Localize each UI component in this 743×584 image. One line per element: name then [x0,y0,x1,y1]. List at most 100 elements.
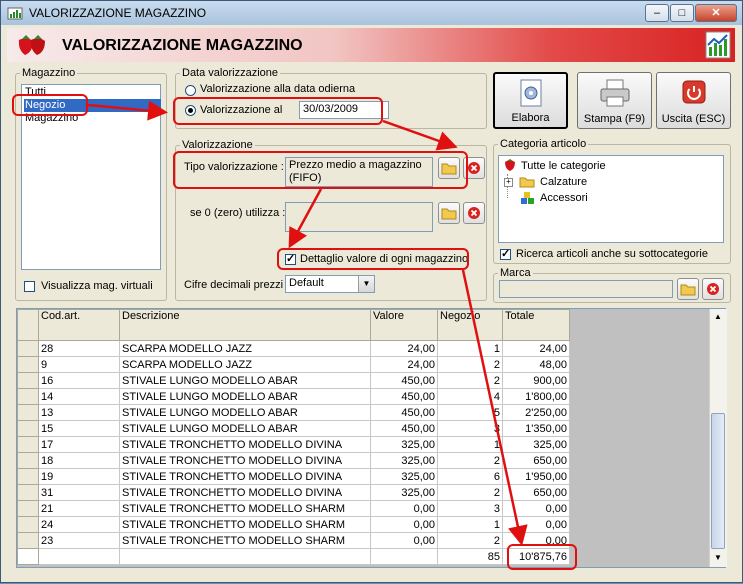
zero-field[interactable] [285,202,433,232]
cell-totale: 1'350,00 [502,420,570,437]
row-header[interactable] [17,340,39,357]
marca-folder-button[interactable] [677,278,699,300]
total-empty-cell [370,548,438,565]
scroll-thumb[interactable] [711,413,725,549]
table-row[interactable]: 13 STIVALE LUNGO MODELLO ABAR 450,00 5 2'250… [17,404,570,421]
table-row[interactable]: 23 STIVALE TRONCHETTO MODELLO SHARM 0,00 2 0… [17,532,570,549]
table-row[interactable]: 14 STIVALE LUNGO MODELLO ABAR 450,00 4 1'800… [17,388,570,405]
stampa-label: Stampa (F9) [583,113,646,125]
categoria-tree[interactable]: Tutte le categorie + Calzature Accessori [498,155,724,243]
category-icon [521,192,534,204]
col-header-codart[interactable]: Cod.art. [38,309,120,341]
chevron-down-icon[interactable]: ▼ [358,276,374,292]
table-row[interactable]: 19 STIVALE TRONCHETTO MODELLO DIVINA 325,0… [17,468,570,485]
cell-descrizione: SCARPA MODELLO JAZZ [119,340,371,357]
folder-icon [519,177,535,188]
cell-negozio: 3 [437,420,503,437]
cell-codart: 19 [38,468,120,485]
table-row[interactable]: 9 SCARPA MODELLO JAZZ 24,00 2 48,00 [17,356,570,373]
row-header[interactable] [17,500,39,517]
row-header[interactable] [17,516,39,533]
row-header[interactable] [17,484,39,501]
radio-today-label: Valorizzazione alla data odierna [200,83,356,95]
marca-clear-button[interactable] [702,278,724,300]
folder-icon [441,208,457,220]
tipo-folder-button[interactable] [438,157,460,179]
list-item-magazzino[interactable]: Magazzino [24,112,161,125]
row-header[interactable] [17,356,39,373]
close-button[interactable]: ✕ [695,4,737,22]
decimali-select[interactable]: Default ▼ [285,275,375,293]
tipo-label: Tipo valorizzazione : [184,161,284,173]
maximize-button[interactable]: □ [670,4,694,22]
table-row[interactable]: 15 STIVALE LUNGO MODELLO ABAR 450,00 3 1'350… [17,420,570,437]
folder-icon [441,163,457,175]
scroll-up-icon[interactable]: ▲ [710,309,726,325]
virtual-warehouse-label: Visualizza mag. virtuali [41,280,153,292]
list-item-tutti[interactable]: Tutti [24,86,161,99]
cell-descrizione: STIVALE TRONCHETTO MODELLO SHARM [119,516,371,533]
col-header-negozio[interactable]: Negozio [437,309,503,341]
cell-totale: 24,00 [502,340,570,357]
col-header-valore[interactable]: Valore [370,309,438,341]
cell-codart: 24 [38,516,120,533]
results-grid[interactable]: Cod.art. Descrizione Valore Negozio Tota… [16,308,726,568]
zero-folder-button[interactable] [438,202,460,224]
scroll-down-icon[interactable]: ▼ [710,550,726,566]
marca-field[interactable] [499,280,673,298]
cell-descrizione: STIVALE TRONCHETTO MODELLO DIVINA [119,436,371,453]
row-header[interactable] [17,372,39,389]
radio-date[interactable] [185,105,196,116]
tipo-clear-button[interactable] [463,157,485,179]
date-group: Data valorizzazione [175,67,487,129]
expand-icon[interactable]: + [504,178,513,187]
cell-totale: 0,00 [502,516,570,533]
table-row[interactable]: 28 SCARPA MODELLO JAZZ 24,00 1 24,00 [17,340,570,357]
table-row[interactable]: 17 STIVALE TRONCHETTO MODELLO DIVINA 325,0… [17,436,570,453]
cell-totale: 325,00 [502,436,570,453]
dettaglio-checkbox[interactable] [285,252,296,265]
col-header-descrizione[interactable]: Descrizione [119,309,371,341]
uscita-button[interactable]: Uscita (ESC) [656,72,731,129]
row-header[interactable] [17,452,39,469]
tree-item-calzature[interactable]: Calzature [540,176,587,188]
zero-clear-button[interactable] [463,202,485,224]
elabora-button[interactable]: Elabora [493,72,568,129]
tipo-field[interactable]: Prezzo medio a magazzino (FIFO) [285,157,433,187]
cell-totale: 650,00 [502,452,570,469]
magazzino-list[interactable]: Tutti Negozio Magazzino [21,84,161,270]
date-input[interactable]: 30/03/2009 [299,101,389,119]
tree-root-label[interactable]: Tutte le categorie [521,160,606,172]
cell-totale: 1'950,00 [502,468,570,485]
page-title: VALORIZZAZIONE MAGAZZINO [62,37,303,54]
list-item-negozio[interactable]: Negozio [24,99,161,112]
table-row[interactable]: 18 STIVALE TRONCHETTO MODELLO DIVINA 325,0… [17,452,570,469]
radio-today[interactable] [185,85,196,96]
cell-negozio: 4 [437,388,503,405]
total-qty-cell: 85 [437,548,503,565]
cell-totale: 1'800,00 [502,388,570,405]
stampa-button[interactable]: Stampa (F9) [577,72,652,129]
row-header[interactable] [17,388,39,405]
cell-totale: 650,00 [502,484,570,501]
table-row[interactable]: 21 STIVALE TRONCHETTO MODELLO SHARM 0,00 3 0… [17,500,570,517]
table-row[interactable]: 16 STIVALE LUNGO MODELLO ABAR 450,00 2 900,0… [17,372,570,389]
strawberry-icon [18,35,45,55]
table-row[interactable]: 24 STIVALE TRONCHETTO MODELLO SHARM 0,00 1 0… [17,516,570,533]
virtual-warehouse-checkbox[interactable] [24,281,35,292]
row-header[interactable] [17,532,39,549]
marca-legend: Marca [500,267,531,279]
grid-scrollbar[interactable]: ▲ ▼ [709,309,727,567]
row-header[interactable] [17,436,39,453]
row-header[interactable] [17,404,39,421]
row-header[interactable] [17,420,39,437]
zero-label: se 0 (zero) utilizza : [190,207,286,219]
minimize-button[interactable]: – [645,4,669,22]
table-row[interactable]: 31 STIVALE TRONCHETTO MODELLO DIVINA 325,0… [17,484,570,501]
decimali-value: Default [289,277,324,289]
row-header[interactable] [17,468,39,485]
col-header-totale[interactable]: Totale [502,309,570,341]
ricerca-checkbox[interactable] [500,247,511,260]
tree-item-accessori[interactable]: Accessori [540,192,588,204]
cell-negozio: 1 [437,340,503,357]
